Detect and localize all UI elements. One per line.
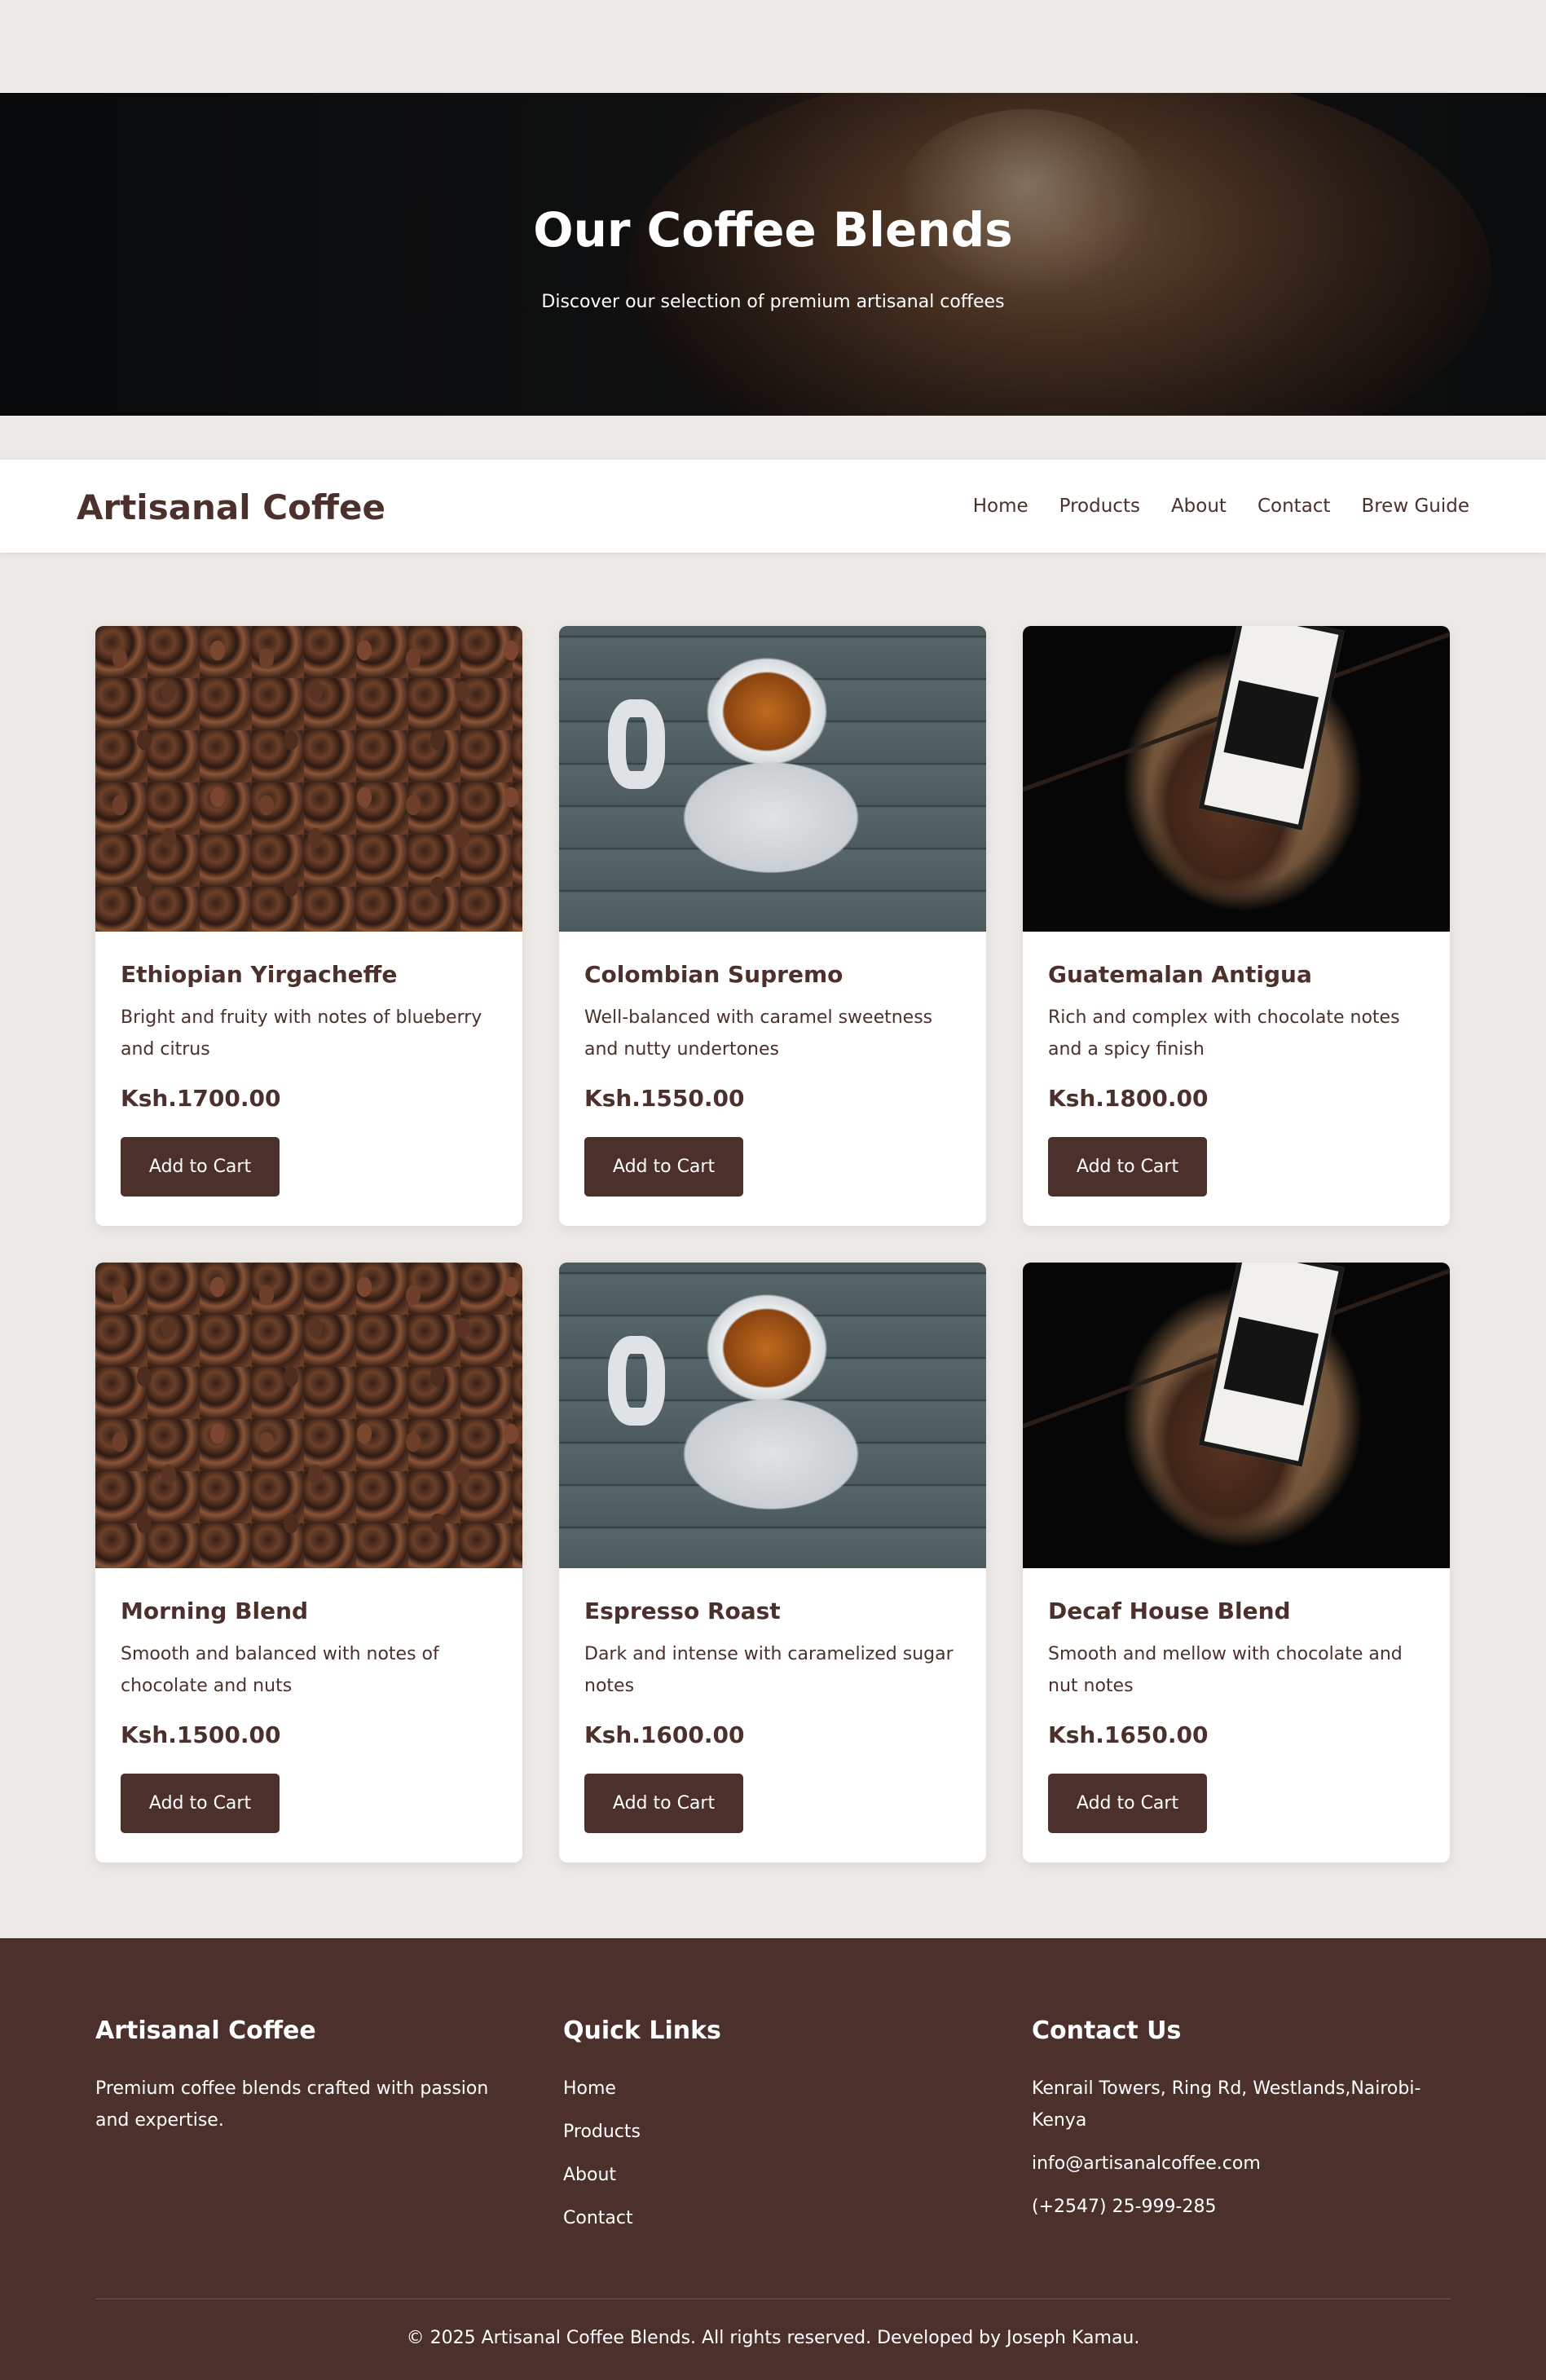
add-to-cart-button[interactable]: Add to Cart — [121, 1137, 280, 1197]
coffee-beans-image — [95, 1263, 522, 1568]
coffee-bag-image — [1023, 626, 1450, 932]
add-to-cart-button[interactable]: Add to Cart — [584, 1774, 743, 1833]
footer-about: Artisanal Coffee Premium coffee blends c… — [95, 2016, 519, 2136]
product-card: Morning Blend Smooth and balanced with n… — [95, 1263, 522, 1862]
footer-about-text: Premium coffee blends crafted with passi… — [95, 2078, 489, 2131]
product-name: Espresso Roast — [584, 1598, 781, 1624]
product-card: Decaf House Blend Smooth and mellow with… — [1023, 1263, 1450, 1862]
footer-quick-links: Quick Links Home Products About Contact — [563, 2016, 987, 2246]
product-description: Rich and complex with chocolate notes an… — [1048, 1007, 1400, 1060]
nav-link-products[interactable]: Products — [1059, 496, 1140, 517]
coffee-beans-image — [95, 626, 522, 932]
product-price: Ksh.1800.00 — [1048, 1085, 1209, 1112]
product-description: Smooth and mellow with chocolate and nut… — [1048, 1644, 1403, 1696]
product-card: Espresso Roast Dark and intense with car… — [559, 1263, 986, 1862]
product-name: Guatemalan Antigua — [1048, 961, 1312, 988]
nav-link-brew-guide[interactable]: Brew Guide — [1361, 496, 1469, 517]
footer-link-about[interactable]: About — [563, 2159, 987, 2191]
nav-link-about[interactable]: About — [1171, 496, 1227, 517]
product-description: Dark and intense with caramelized sugar … — [584, 1644, 954, 1696]
add-to-cart-button[interactable]: Add to Cart — [1048, 1137, 1207, 1197]
hero-title: Our Coffee Blends — [533, 202, 1013, 258]
product-price: Ksh.1700.00 — [121, 1085, 281, 1112]
hero-subtitle: Discover our selection of premium artisa… — [541, 292, 1005, 312]
product-price: Ksh.1650.00 — [1048, 1721, 1209, 1748]
product-card: Colombian Supremo Well-balanced with car… — [559, 626, 986, 1226]
nav-link-contact[interactable]: Contact — [1258, 496, 1330, 517]
product-description: Bright and fruity with notes of blueberr… — [121, 1007, 482, 1060]
nav-links: Home Products About Contact Brew Guide — [973, 496, 1469, 517]
product-card: Guatemalan Antigua Rich and complex with… — [1023, 626, 1450, 1226]
product-name: Colombian Supremo — [584, 961, 843, 988]
footer-email[interactable]: info@artisanalcoffee.com — [1032, 2148, 1423, 2179]
footer-link-products[interactable]: Products — [563, 2116, 987, 2148]
product-description: Well-balanced with caramel sweetness and… — [584, 1007, 933, 1060]
brand-logo[interactable]: Artisanal Coffee — [77, 487, 385, 527]
footer-links-title: Quick Links — [563, 2016, 721, 2045]
footer-phone: (+2547) 25-999-285 — [1032, 2197, 1217, 2217]
espresso-cup-image — [559, 626, 986, 932]
espresso-cup-image — [559, 1263, 986, 1568]
hero-content: Our Coffee Blends Discover our selection… — [0, 93, 1546, 416]
product-name: Decaf House Blend — [1048, 1598, 1291, 1624]
footer-contact: Contact Us Kenrail Towers, Ring Rd, West… — [1032, 2016, 1423, 2234]
add-to-cart-button[interactable]: Add to Cart — [121, 1774, 280, 1833]
hero-banner: Our Coffee Blends Discover our selection… — [0, 93, 1546, 416]
product-name: Morning Blend — [121, 1598, 309, 1624]
footer-link-contact[interactable]: Contact — [563, 2202, 987, 2234]
copyright: © 2025 Artisanal Coffee Blends. All righ… — [406, 2328, 1140, 2348]
footer-contact-title: Contact Us — [1032, 2016, 1182, 2045]
product-price: Ksh.1600.00 — [584, 1721, 745, 1748]
add-to-cart-button[interactable]: Add to Cart — [1048, 1774, 1207, 1833]
product-grid: Ethiopian Yirgacheffe Bright and fruity … — [95, 626, 1450, 1862]
footer-link-home[interactable]: Home — [563, 2073, 987, 2105]
footer-address: Kenrail Towers, Ring Rd, Westlands,Nairo… — [1032, 2078, 1421, 2131]
product-price: Ksh.1500.00 — [121, 1721, 281, 1748]
product-price: Ksh.1550.00 — [584, 1085, 745, 1112]
add-to-cart-button[interactable]: Add to Cart — [584, 1137, 743, 1197]
product-description: Smooth and balanced with notes of chocol… — [121, 1644, 439, 1696]
coffee-bag-image — [1023, 1263, 1450, 1568]
footer: Artisanal Coffee Premium coffee blends c… — [0, 1938, 1546, 2380]
footer-about-title: Artisanal Coffee — [95, 2016, 316, 2045]
footer-divider — [95, 2298, 1451, 2299]
product-name: Ethiopian Yirgacheffe — [121, 961, 398, 988]
navbar: Artisanal Coffee Home Products About Con… — [0, 460, 1546, 553]
nav-link-home[interactable]: Home — [973, 496, 1028, 517]
product-card: Ethiopian Yirgacheffe Bright and fruity … — [95, 626, 522, 1226]
